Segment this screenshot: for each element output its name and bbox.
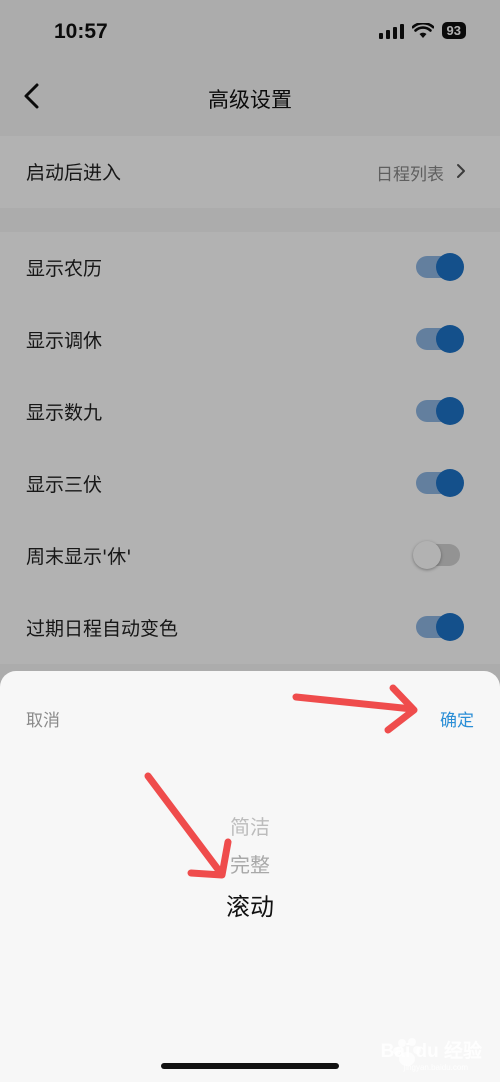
picker-option-scroll-selected[interactable]: 滚动 bbox=[0, 887, 500, 922]
picker-option-concise[interactable]: 简洁 bbox=[0, 811, 500, 840]
watermark-text: Bai du 经验 bbox=[380, 1041, 482, 1062]
cancel-button[interactable]: 取消 bbox=[26, 706, 60, 731]
home-indicator bbox=[161, 1063, 339, 1069]
picker-option-full[interactable]: 完整 bbox=[0, 849, 500, 878]
picker-sheet: 取消 确定 简洁 完整 滚动 bbox=[0, 671, 500, 1082]
watermark-url: jingyan.baidu.com bbox=[403, 1063, 468, 1072]
confirm-button[interactable]: 确定 bbox=[440, 706, 474, 731]
